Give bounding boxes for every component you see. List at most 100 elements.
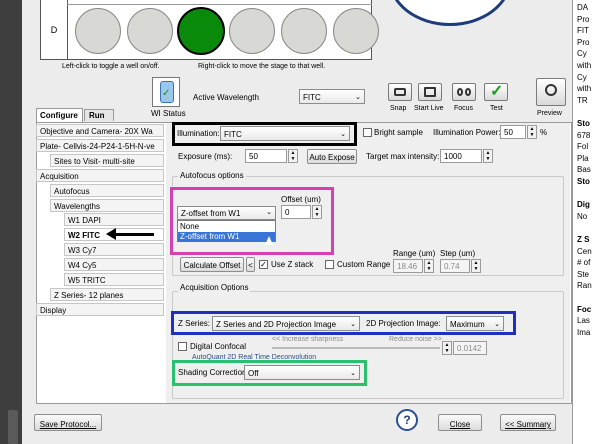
range-input[interactable]: 18.46 bbox=[393, 259, 423, 273]
summary-line: DA bbox=[577, 3, 589, 12]
summary-line: Las bbox=[577, 316, 590, 326]
summary-line: with bbox=[577, 84, 592, 94]
chevron-down-icon: ⌄ bbox=[494, 321, 500, 328]
bright-sample-checkbox[interactable] bbox=[363, 128, 372, 137]
z-series-select[interactable]: Z Series and 2D Projection Image ⌄ bbox=[212, 316, 360, 331]
tree-objective-camera[interactable]: Objective and Camera- 20X Wa bbox=[36, 124, 164, 137]
summary-line: Ran bbox=[577, 281, 592, 291]
tab-configure[interactable]: Configure bbox=[36, 108, 83, 122]
plate-hint-right: Right-click to move the stage to that we… bbox=[198, 63, 326, 70]
autofocus-mode-dropdown: None Z-offset from W1 bbox=[177, 220, 276, 242]
target-max-intensity-input[interactable]: 1000 bbox=[440, 149, 482, 163]
use-z-stack-checkbox[interactable]: ✓ bbox=[259, 260, 268, 269]
tree-wavelengths[interactable]: Wavelengths bbox=[50, 199, 164, 212]
digital-confocal-checkbox[interactable] bbox=[178, 342, 187, 351]
acquisition-options-label: Acquisition Options bbox=[178, 283, 251, 292]
target-max-intensity-stepper[interactable]: ▲ ▼ bbox=[483, 149, 493, 163]
plate-row-label: D bbox=[41, 0, 68, 60]
snap-button[interactable] bbox=[388, 83, 412, 101]
start-live-label: Start Live bbox=[414, 105, 444, 112]
plate-well[interactable] bbox=[229, 8, 275, 54]
shading-correction-label: Shading Correction bbox=[178, 368, 247, 377]
chevron-down-icon: ⌄ bbox=[340, 131, 346, 138]
help-button[interactable]: ? bbox=[396, 409, 418, 431]
plate-well-selected[interactable] bbox=[177, 7, 225, 55]
plate-well[interactable] bbox=[333, 8, 379, 54]
autofocus-mode-select[interactable]: Z-offset from W1 ⌄ bbox=[177, 206, 276, 220]
summary-line: Dig bbox=[577, 200, 590, 210]
focus-button[interactable] bbox=[452, 83, 476, 101]
test-label: Test bbox=[490, 105, 503, 112]
illumination-power-input[interactable]: 50 bbox=[500, 125, 526, 139]
deconvolution-value-input[interactable]: 0.0142 bbox=[453, 341, 487, 355]
illumination-select[interactable]: FITC ⌄ bbox=[220, 126, 350, 141]
tree-display[interactable]: Display bbox=[36, 303, 164, 316]
illumination-power-label: Illumination Power: bbox=[433, 128, 501, 137]
tree-w3-cy7[interactable]: W3 Cy7 bbox=[64, 243, 164, 256]
plate-well[interactable] bbox=[127, 8, 173, 54]
summary-line: Foc bbox=[577, 304, 592, 314]
chevron-down-icon: ⌄ bbox=[355, 94, 361, 101]
summary-line: TR bbox=[577, 95, 588, 105]
summary-line: Cy bbox=[577, 49, 587, 59]
binoculars-icon-right bbox=[465, 88, 471, 96]
shading-correction-select[interactable]: Off ⌄ bbox=[244, 365, 360, 380]
illumination-power-stepper[interactable]: ▲ ▼ bbox=[527, 125, 537, 139]
dropdown-option-none[interactable]: None bbox=[180, 223, 199, 231]
dropdown-option-z-offset-label: Z-offset from W1 bbox=[180, 232, 240, 241]
use-z-stack-label: Use Z stack bbox=[271, 260, 314, 269]
tree-autofocus[interactable]: Autofocus bbox=[50, 184, 164, 197]
custom-range-checkbox[interactable] bbox=[325, 260, 334, 269]
dropdown-option-z-offset[interactable]: Z-offset from W1 bbox=[178, 232, 275, 242]
exposure-stepper[interactable]: ▲ ▼ bbox=[288, 149, 298, 163]
offset-stepper[interactable]: ▲ ▼ bbox=[312, 205, 322, 219]
tree-sites-to-visit[interactable]: Sites to Visit- multi-site bbox=[50, 154, 164, 167]
summary-button[interactable]: << Summary bbox=[500, 414, 556, 431]
left-frame-handle bbox=[8, 410, 18, 444]
mouse-cursor-icon bbox=[265, 236, 273, 245]
plate-top-row bbox=[67, 0, 372, 5]
tree-z-series[interactable]: Z Series- 12 planes bbox=[50, 288, 164, 301]
plate-well[interactable] bbox=[281, 8, 327, 54]
deconvolution-stepper[interactable]: ▲ ▼ bbox=[442, 341, 452, 355]
step-input[interactable]: 0.74 bbox=[440, 259, 470, 273]
calculate-offset-button[interactable]: Calculate Offset bbox=[180, 257, 244, 272]
stage-position-circle[interactable] bbox=[388, 0, 512, 26]
projection-image-select[interactable]: Maximum ⌄ bbox=[446, 316, 504, 331]
test-button[interactable]: ✓ bbox=[484, 83, 508, 101]
tab-run[interactable]: Run bbox=[84, 109, 114, 121]
tree-w1-dapi[interactable]: W1 DAPI bbox=[64, 213, 164, 226]
custom-range-label: Custom Range bbox=[337, 260, 391, 269]
calculate-offset-extra-button[interactable]: < bbox=[246, 257, 255, 272]
z-series-value: Z Series and 2D Projection Image bbox=[216, 320, 337, 329]
summary-line: Fol bbox=[577, 142, 589, 152]
summary-line: FIT bbox=[577, 26, 589, 36]
summary-line: Ste bbox=[577, 269, 590, 279]
live-icon bbox=[424, 87, 436, 97]
summary-line: 678 bbox=[577, 130, 591, 140]
tree-acquisition[interactable]: Acquisition bbox=[36, 169, 164, 182]
start-live-button[interactable] bbox=[418, 83, 442, 101]
digital-confocal-label: Digital Confocal bbox=[190, 342, 247, 351]
step-stepper[interactable]: ▲ ▼ bbox=[471, 259, 481, 273]
projection-image-value: Maximum bbox=[450, 320, 485, 329]
sharpness-slider[interactable] bbox=[272, 347, 440, 349]
range-stepper[interactable]: ▲ ▼ bbox=[424, 259, 434, 273]
target-max-intensity-label: Target max intensity: bbox=[366, 152, 440, 161]
close-button[interactable]: Close bbox=[438, 414, 482, 431]
wi-status-icon[interactable]: ✓ bbox=[152, 77, 180, 107]
offset-input[interactable]: 0 bbox=[281, 205, 311, 219]
plate-well[interactable] bbox=[75, 8, 121, 54]
tree-plate[interactable]: Plate- Cellvis-24-P24-1-5H-N-ve bbox=[36, 139, 164, 152]
range-label: Range (um) bbox=[393, 249, 436, 258]
active-wavelength-select[interactable]: FITC ⌄ bbox=[299, 89, 365, 104]
tree-w5-tritc[interactable]: W5 TRITC bbox=[64, 273, 164, 286]
tree-w4-cy5[interactable]: W4 Cy5 bbox=[64, 258, 164, 271]
save-protocol-button[interactable]: Save Protocol... bbox=[34, 414, 102, 431]
right-frame: DA Pro FIT Pro Cy with Cy with TR Sto 678 Fol Pla Bas… bbox=[572, 0, 592, 444]
auto-expose-button[interactable]: Auto Expose bbox=[307, 149, 357, 164]
chevron-down-icon: ⌄ bbox=[266, 209, 272, 216]
preview-button[interactable] bbox=[536, 78, 566, 106]
active-wavelength-label: Active Wavelength bbox=[193, 93, 259, 102]
exposure-input[interactable]: 50 bbox=[245, 149, 287, 163]
